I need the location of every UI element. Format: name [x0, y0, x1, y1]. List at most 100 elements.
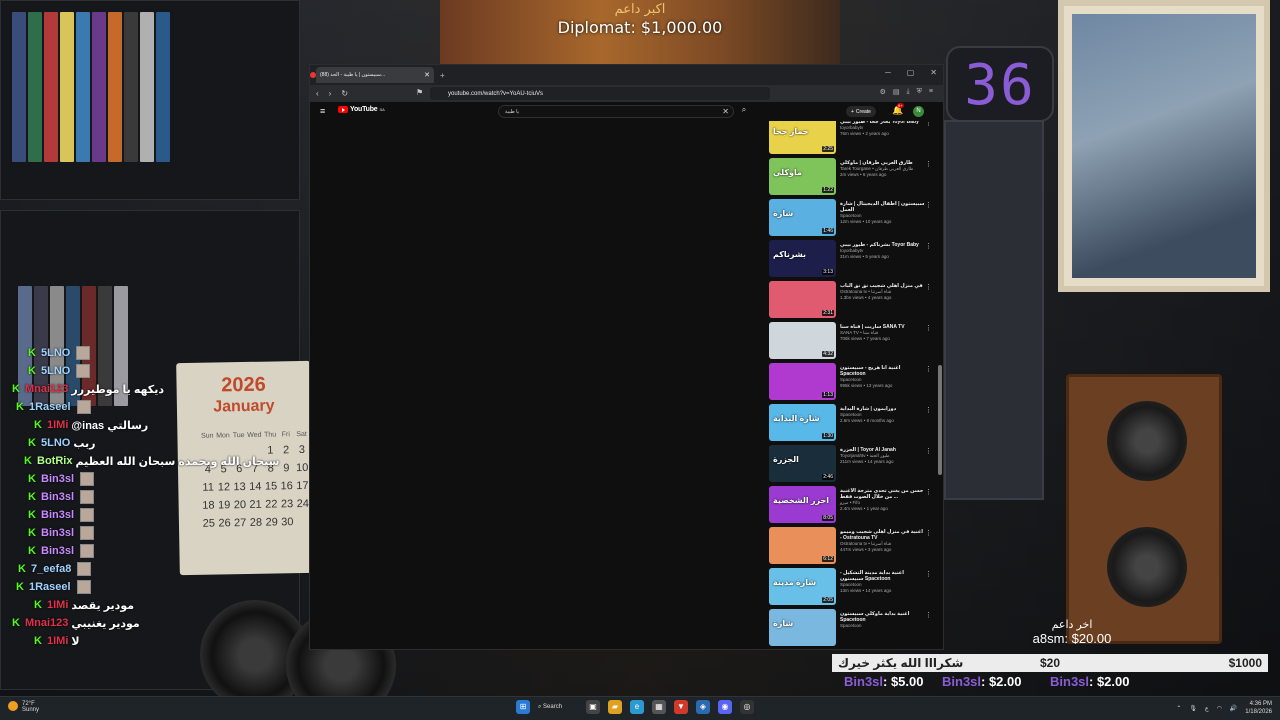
downloads-icon[interactable]: ⤓ [907, 88, 910, 96]
recommended-video[interactable]: 4:32 ساريت | قناة سنا SANA TV SANA TV • قن… [768, 322, 938, 360]
more-options-icon[interactable]: ⋮ [925, 529, 932, 537]
tab-youtube[interactable]: (88) سبيستون | يا طيبة - الحد... ✕ [310, 67, 434, 83]
video-thumbnail[interactable]: شارة مدينة 2:05 [769, 568, 836, 605]
chat-username[interactable]: Mnai123 [25, 383, 68, 395]
more-options-icon[interactable]: ⋮ [925, 160, 932, 168]
clear-search-icon[interactable]: ✕ [722, 107, 729, 116]
video-title[interactable]: أغنية آنا هريج - سبيستون Spacetoon [840, 365, 926, 377]
recommended-video[interactable]: 1:13 أغنية آنا هريج - سبيستون Spacetoon Sp… [768, 363, 938, 401]
steam-icon[interactable]: ◈ [696, 700, 710, 714]
more-options-icon[interactable]: ⋮ [925, 283, 932, 291]
chat-username[interactable]: 5LNO [41, 365, 70, 377]
video-thumbnail[interactable]: حمار جحا 2:25 [769, 121, 836, 154]
back-icon[interactable]: ‹ [316, 89, 319, 98]
obs-icon[interactable]: ◎ [740, 700, 754, 714]
store-icon[interactable]: ▦ [652, 700, 666, 714]
menu-icon[interactable]: ≡ [929, 88, 933, 96]
video-title[interactable]: حسن من يغني تحدي مترجة الأغنية ... من خل… [840, 488, 926, 500]
recommended-video[interactable]: 2:31 في منزل أهلي شجيب نق نق الباب Ostrato… [768, 281, 938, 319]
chat-username[interactable]: 1Raseel [29, 581, 71, 593]
video-thumbnail[interactable]: احزر الشخصية 8:05 [769, 486, 836, 523]
weather-widget[interactable]: 72°F Sunny [8, 701, 39, 713]
more-options-icon[interactable]: ⋮ [925, 447, 932, 455]
recommended-video[interactable]: احزر الشخصية 8:05 حسن من يغني تحدي مترجة ا… [768, 486, 938, 524]
video-thumbnail[interactable]: بشرناكم 3:13 [769, 240, 836, 277]
taskbar-search[interactable]: ⌕ Search [538, 700, 578, 714]
video-thumbnail[interactable]: شارة البداية 1:30 [769, 404, 836, 441]
chat-username[interactable]: 1IMi [47, 635, 68, 647]
video-title[interactable]: أغنية في منزل أهلي شجيب وميمو - Ostratou… [840, 529, 926, 541]
video-title[interactable]: أغنية بداية مدينة التشكيل - سبيستون Spac… [840, 570, 926, 582]
hamburger-icon[interactable]: ≡ [320, 106, 325, 116]
windows-start-icon[interactable]: ⊞ [516, 700, 530, 714]
chat-username[interactable]: 1IMi [47, 599, 68, 611]
video-thumbnail[interactable]: 2:31 [769, 281, 836, 318]
edge-icon[interactable]: e [630, 700, 644, 714]
video-title[interactable]: أغنية بداية ماوكلي سبيستون Spacetoon [840, 611, 926, 623]
more-options-icon[interactable]: ⋮ [925, 242, 932, 250]
language-icon[interactable]: ع [1205, 705, 1209, 712]
file-explorer-icon[interactable]: ▰ [608, 700, 622, 714]
video-title[interactable]: سبيستون | أطفال الديجيتال | شارة العمل [840, 201, 926, 213]
close-window-icon[interactable]: ✕ [930, 68, 937, 77]
chat-username[interactable]: 5LNO [41, 347, 70, 359]
recommended-video[interactable]: حمار جحا 2:25 بحار جحا - طيور بيبي Toyor B… [768, 121, 938, 155]
recommended-video[interactable]: الجزرة 2:46 الجزرة | Toyor Al Janah Toyorja… [768, 445, 938, 483]
discord-icon[interactable]: ◉ [718, 700, 732, 714]
mic-icon[interactable]: 🎙 [1189, 705, 1197, 712]
recommended-video[interactable]: ماوكلي 1:22 طارق العربي طرقان | ماوكلي Tare… [768, 158, 938, 196]
recommended-video[interactable]: بشرناكم 3:13 بشرناكم - طيور بيبي Toyor Bab… [768, 240, 938, 278]
task-view-icon[interactable]: ▣ [586, 700, 600, 714]
youtube-search-input[interactable]: يا طيبة ✕ [498, 105, 734, 118]
more-options-icon[interactable]: ⋮ [925, 324, 932, 332]
recommended-video[interactable]: 6:12 أغنية في منزل أهلي شجيب وميمو - Ostr… [768, 527, 938, 565]
bookmark-icon[interactable]: ⚑ [416, 88, 423, 97]
avatar[interactable]: N [913, 106, 924, 117]
notifications-icon[interactable]: 🔔 9+ [892, 103, 904, 116]
video-thumbnail[interactable]: 4:32 [769, 322, 836, 359]
new-tab-icon[interactable]: + [440, 71, 445, 80]
recommended-video[interactable]: شارة البداية 1:30 دورايمون | شارة البداية S… [768, 404, 938, 442]
clock-tray[interactable]: 4:36 PM 1/18/2026 [1245, 700, 1272, 716]
chat-username[interactable]: 5LNO [41, 437, 70, 449]
address-bar[interactable]: youtube.com/watch?v=YoAU-tciuVs [430, 87, 770, 100]
shield-icon[interactable]: ⛨ [917, 88, 922, 96]
chat-username[interactable]: Bin3sl [41, 509, 74, 521]
chat-username[interactable]: Bin3sl [41, 491, 74, 503]
brave-icon[interactable]: ▼ [674, 700, 688, 714]
more-options-icon[interactable]: ⋮ [925, 121, 932, 127]
video-thumbnail[interactable]: 6:12 [769, 527, 836, 564]
chevron-up-icon[interactable]: ⌃ [1176, 705, 1181, 712]
video-thumbnail[interactable]: الجزرة 2:46 [769, 445, 836, 482]
forward-icon[interactable]: › [329, 89, 332, 98]
chat-username[interactable]: Bin3sl [41, 527, 74, 539]
more-options-icon[interactable]: ⋮ [925, 365, 932, 373]
search-icon[interactable]: ⌕ [736, 105, 752, 118]
wifi-icon[interactable]: ◠ [1217, 705, 1222, 712]
recommended-video[interactable]: شارة مدينة 2:05 أغنية بداية مدينة التشكيل … [768, 568, 938, 606]
recommended-video[interactable]: شارة 1:46 سبيستون | أطفال الديجيتال | شارة… [768, 199, 938, 237]
chat-username[interactable]: BotRix [37, 455, 72, 467]
create-button[interactable]: + Create [846, 106, 876, 117]
minimize-icon[interactable]: ─ [885, 68, 891, 77]
video-thumbnail[interactable]: ماوكلي 1:22 [769, 158, 836, 195]
chat-username[interactable]: 1Raseel [29, 401, 71, 413]
scrollbar[interactable] [938, 121, 942, 649]
video-thumbnail[interactable]: شارة 1:46 [769, 199, 836, 236]
recommended-video[interactable]: شارة أغنية بداية ماوكلي سبيستون Spacetoon… [768, 609, 938, 647]
more-options-icon[interactable]: ⋮ [925, 611, 932, 619]
chat-username[interactable]: Mnai123 [25, 617, 68, 629]
scrollbar-thumb[interactable] [938, 365, 942, 475]
youtube-logo[interactable]: YouTube SA [338, 106, 385, 113]
sidebar-icon[interactable]: ▤ [893, 88, 900, 96]
reload-icon[interactable]: ↻ [341, 89, 348, 98]
chat-username[interactable]: 1IMi [47, 419, 68, 431]
video-thumbnail[interactable]: 1:13 [769, 363, 836, 400]
tab-close-icon[interactable]: ✕ [424, 71, 430, 79]
maximize-icon[interactable]: ▢ [907, 68, 915, 77]
chat-username[interactable]: Bin3sl [41, 545, 74, 557]
video-channel[interactable]: Spacetoon [840, 623, 926, 629]
chat-username[interactable]: 7_eefa8 [31, 563, 71, 575]
volume-icon[interactable]: 🔊 [1230, 705, 1237, 712]
more-options-icon[interactable]: ⋮ [925, 570, 932, 578]
